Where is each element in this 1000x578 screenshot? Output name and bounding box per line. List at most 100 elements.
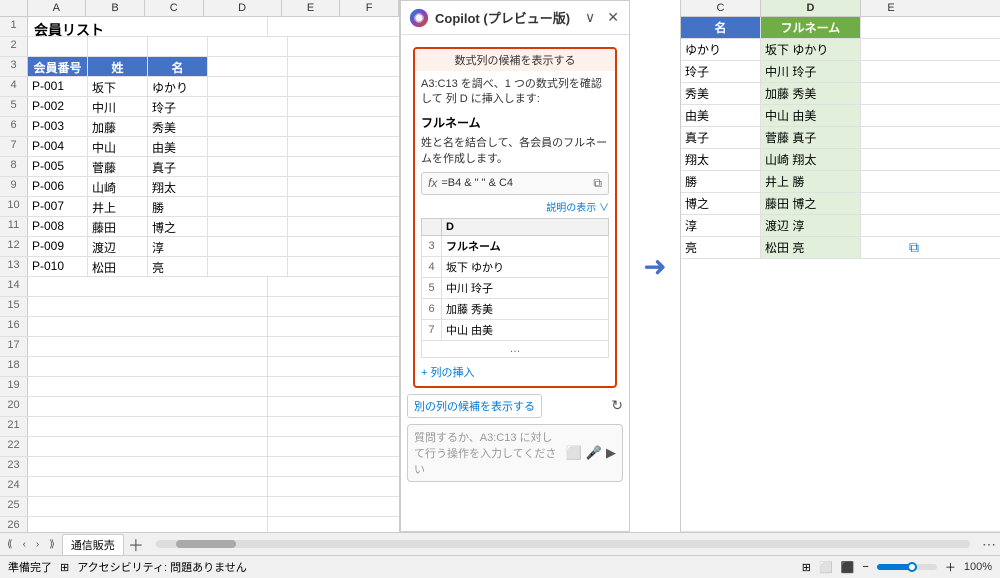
- preview-row-5: 5 中川 玲子: [422, 277, 609, 298]
- row-num-11: 11: [0, 217, 28, 236]
- right-cell-d-1: 坂下 ゆかり: [761, 39, 861, 60]
- bottom-area: ⟪ ‹ › ⟫ 通信販売 ＋ ⋯ 準備完了 ⊞ アクセシビリティ: 問題ありませ…: [0, 532, 1000, 578]
- sheet-tab-tsushinhanba[interactable]: 通信販売: [62, 534, 124, 555]
- zoom-slider[interactable]: [877, 564, 937, 570]
- status-right: ⊞ ⬜ ⬛ − ＋ 100%: [802, 559, 992, 575]
- right-name-header: 名: [681, 17, 761, 38]
- right-col-d-header: D: [761, 0, 861, 16]
- right-cell-c-5: 真子: [681, 127, 761, 148]
- cell-2b: [88, 37, 148, 56]
- row-num-17: 17: [0, 337, 28, 356]
- row-num-10: 10: [0, 197, 28, 216]
- copy-icon[interactable]: ⧉: [593, 176, 602, 191]
- send-icon-button[interactable]: ▶: [606, 445, 616, 461]
- col-header-row: A B C D E F: [0, 0, 399, 17]
- sheet-row-10: 10 P-007 井上 勝: [0, 197, 399, 217]
- row-num-1: 1: [0, 17, 28, 36]
- add-sheet-button[interactable]: ＋: [128, 532, 144, 556]
- preview-val-6: 加藤 秀美: [442, 298, 609, 319]
- preview-col-num-header: [422, 218, 442, 235]
- preview-val-5: 中川 玲子: [442, 277, 609, 298]
- header-cell-b: 姓: [88, 57, 148, 76]
- preview-rownum-5: 5: [422, 277, 442, 298]
- cell-21: [28, 417, 268, 436]
- right-col-headers: C D E: [681, 0, 1000, 17]
- collapse-button[interactable]: ∨: [583, 7, 597, 28]
- cell-15: [28, 297, 268, 316]
- right-arrow-icon: ➜: [643, 250, 666, 283]
- close-button[interactable]: ✕: [605, 7, 621, 28]
- right-header-row: 名 フルネーム: [681, 17, 1000, 39]
- formula-name: フルネーム: [421, 114, 609, 131]
- copilot-header: Copilot (プレビュー版) ∨ ✕: [401, 1, 629, 35]
- sheet-nav-left-left[interactable]: ⟪: [4, 538, 16, 551]
- show-explain-link[interactable]: 説明の表示 ∨: [421, 199, 609, 214]
- zoom-out-icon[interactable]: −: [862, 561, 868, 573]
- view-page-icon[interactable]: ⬜: [819, 561, 833, 574]
- other-formula-row: 別の列の候補を表示する ↻: [407, 394, 623, 418]
- row-num-9: 9: [0, 177, 28, 196]
- row-num-26: 26: [0, 517, 28, 532]
- sheet-row-26: 26: [0, 517, 399, 532]
- right-col-c-header: C: [681, 0, 761, 16]
- preview-table: D 3 フルネーム 4 坂下 ゆかり: [421, 218, 609, 358]
- cell-13c: 亮: [148, 257, 208, 276]
- right-data-row-2: 玲子 中川 玲子: [681, 61, 1000, 83]
- row-num-12: 12: [0, 237, 28, 256]
- sheet-row-6: 6 P-003 加藤 秀美: [0, 117, 399, 137]
- cell-13d: [208, 257, 288, 276]
- sheet-row-5: 5 P-002 中川 玲子: [0, 97, 399, 117]
- sheet-nav-right[interactable]: ›: [33, 538, 42, 551]
- zoom-in-icon[interactable]: ＋: [945, 559, 956, 575]
- view-normal-icon[interactable]: ⊞: [802, 561, 811, 574]
- horizontal-scrollbar[interactable]: [156, 540, 970, 548]
- preview-val-4: 坂下 ゆかり: [442, 256, 609, 277]
- right-e-header: [861, 17, 921, 38]
- arrow-area: ➜: [630, 0, 680, 532]
- copilot-title-text: Copilot (プレビュー版): [435, 8, 570, 27]
- refresh-icon[interactable]: ↻: [611, 397, 623, 414]
- sheet-nav-left[interactable]: ‹: [20, 538, 29, 551]
- col-header-e: E: [282, 0, 341, 16]
- cell-5b: 中川: [88, 97, 148, 116]
- screenshot-icon-button[interactable]: ⬜: [566, 445, 582, 461]
- mic-icon-button[interactable]: 🎤: [586, 445, 602, 461]
- preview-row-6: 6 加藤 秀美: [422, 298, 609, 319]
- row-num-8: 8: [0, 157, 28, 176]
- sheet-row-22: 22: [0, 437, 399, 457]
- copilot-logo-icon: [409, 8, 429, 28]
- row-num-19: 19: [0, 377, 28, 396]
- cell-8b: 菅藤: [88, 157, 148, 176]
- cell-18: [28, 357, 268, 376]
- formula-subdesc: 姓と名を結合して、各会員のフルネームを作成します。: [421, 134, 609, 166]
- cell-26: [28, 517, 268, 532]
- sheet-row-1: 1 会員リスト: [0, 17, 399, 37]
- preview-val-7: 中山 由美: [442, 319, 609, 340]
- right-cell-c-1: ゆかり: [681, 39, 761, 60]
- sheet-row-23: 23: [0, 457, 399, 477]
- right-data-row-3: 秀美 加藤 秀美: [681, 83, 1000, 105]
- row-num-13: 13: [0, 257, 28, 276]
- cell-7c: 由美: [148, 137, 208, 156]
- cell-13a: P-010: [28, 257, 88, 276]
- preview-rownum-7: 7: [422, 319, 442, 340]
- right-data-row-1: ゆかり 坂下 ゆかり: [681, 39, 1000, 61]
- sheet-row-3: 3 会員番号 姓 名: [0, 57, 399, 77]
- insert-col-button[interactable]: + 列の挿入: [421, 364, 474, 380]
- other-formula-button[interactable]: 別の列の候補を表示する: [407, 394, 542, 418]
- right-cell-e-8: [861, 193, 921, 214]
- copilot-title-group: Copilot (プレビュー版): [409, 8, 570, 28]
- right-cell-c-7: 勝: [681, 171, 761, 192]
- sheet-nav-right-right[interactable]: ⟫: [46, 538, 58, 551]
- sheet-row-9: 9 P-006 山崎 翔太: [0, 177, 399, 197]
- col-header-f: F: [340, 0, 399, 16]
- cell-8d: [208, 157, 288, 176]
- cell-5c: 玲子: [148, 97, 208, 116]
- right-cell-c-3: 秀美: [681, 83, 761, 104]
- view-page-break-icon[interactable]: ⬛: [841, 561, 855, 574]
- cell-9c: 翔太: [148, 177, 208, 196]
- more-options-icon[interactable]: ⋯: [982, 536, 996, 553]
- sheet-row-20: 20: [0, 397, 399, 417]
- chat-input-area[interactable]: 質問するか、A3:C13 に対して行う操作を入力してください ⬜ 🎤 ▶: [407, 424, 623, 482]
- cell-6a: P-003: [28, 117, 88, 136]
